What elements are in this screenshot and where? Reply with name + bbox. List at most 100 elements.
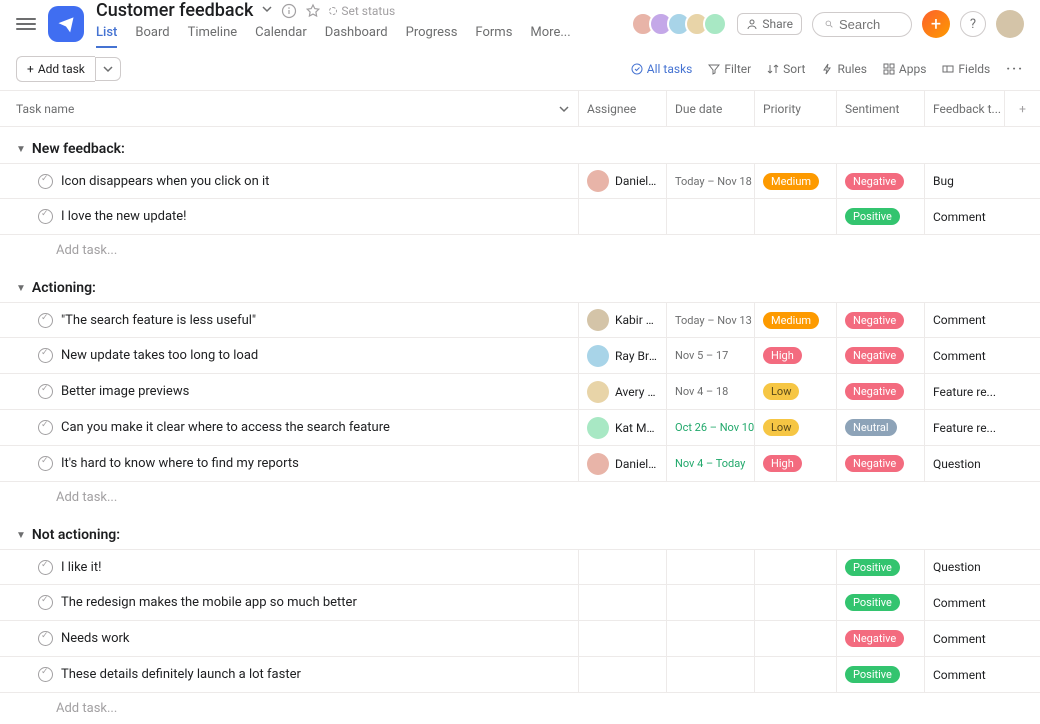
add-task-inline[interactable]: Add task... [0, 235, 1040, 266]
info-icon[interactable] [281, 3, 297, 19]
section-header[interactable]: ▼Actioning: [0, 266, 1040, 302]
cell-sentiment[interactable]: Negative [836, 446, 924, 481]
cell-priority[interactable] [754, 585, 836, 620]
tab-calendar[interactable]: Calendar [255, 25, 307, 48]
cell-due-date[interactable]: Today – Nov 18 [666, 164, 754, 198]
cell-feedback-type[interactable]: Question [924, 446, 1004, 481]
task-main[interactable]: The redesign makes the mobile app so muc… [0, 595, 578, 610]
caret-down-icon[interactable]: ▼ [16, 283, 26, 294]
add-task-inline[interactable]: Add task... [0, 693, 1040, 724]
cell-due-date[interactable] [666, 657, 754, 692]
cell-assignee[interactable] [578, 199, 666, 234]
complete-checkbox[interactable] [38, 595, 53, 610]
complete-checkbox[interactable] [38, 560, 53, 575]
tab-forms[interactable]: Forms [475, 25, 512, 48]
task-row[interactable]: New update takes too long to loadRay Bro… [0, 338, 1040, 374]
cell-assignee[interactable]: Daniela Var... [578, 446, 666, 481]
star-icon[interactable] [305, 3, 321, 19]
cell-feedback-type[interactable]: Comment [924, 338, 1004, 373]
section-header[interactable]: ▼Not actioning: [0, 513, 1040, 549]
cell-assignee[interactable]: Avery Lomax [578, 374, 666, 409]
cell-priority[interactable] [754, 550, 836, 584]
cell-due-date[interactable] [666, 621, 754, 656]
search-box[interactable] [812, 12, 912, 37]
task-row[interactable]: Better image previewsAvery LomaxNov 4 – … [0, 374, 1040, 410]
task-main[interactable]: It's hard to know where to find my repor… [0, 456, 578, 471]
complete-checkbox[interactable] [38, 348, 53, 363]
add-task-inline[interactable]: Add task... [0, 482, 1040, 513]
task-row[interactable]: The redesign makes the mobile app so muc… [0, 585, 1040, 621]
set-status-button[interactable]: Set status [329, 4, 395, 18]
task-row[interactable]: I love the new update!PositiveComment [0, 199, 1040, 235]
cell-assignee[interactable] [578, 621, 666, 656]
project-title[interactable]: Customer feedback [96, 0, 253, 21]
caret-down-icon[interactable]: ▼ [16, 530, 26, 541]
cell-assignee[interactable] [578, 550, 666, 584]
tab-list[interactable]: List [96, 25, 117, 48]
complete-checkbox[interactable] [38, 384, 53, 399]
complete-checkbox[interactable] [38, 456, 53, 471]
help-button[interactable]: ? [960, 11, 986, 37]
cell-due-date[interactable]: Today – Nov 13 [666, 303, 754, 337]
cell-sentiment[interactable]: Negative [836, 303, 924, 337]
complete-checkbox[interactable] [38, 313, 53, 328]
more-options-button[interactable]: ··· [1006, 62, 1024, 77]
cell-due-date[interactable] [666, 199, 754, 234]
add-column-button[interactable]: + [1004, 91, 1040, 126]
cell-sentiment[interactable]: Negative [836, 621, 924, 656]
col-header-type[interactable]: Feedback t... [924, 91, 1004, 126]
cell-assignee[interactable]: Daniela Var... [578, 164, 666, 198]
complete-checkbox[interactable] [38, 420, 53, 435]
task-main[interactable]: Better image previews [0, 384, 578, 399]
task-main[interactable]: New update takes too long to load [0, 348, 578, 363]
cell-due-date[interactable]: Nov 5 – 17 [666, 338, 754, 373]
cell-sentiment[interactable]: Positive [836, 657, 924, 692]
user-avatar[interactable] [996, 10, 1024, 38]
filter-button[interactable]: Filter [708, 62, 751, 76]
task-row[interactable]: Can you make it clear where to access th… [0, 410, 1040, 446]
cell-sentiment[interactable]: Negative [836, 338, 924, 373]
col-header-priority[interactable]: Priority [754, 91, 836, 126]
cell-due-date[interactable] [666, 550, 754, 584]
cell-feedback-type[interactable]: Question [924, 550, 1004, 584]
cell-assignee[interactable]: Ray Brooks [578, 338, 666, 373]
global-add-button[interactable]: + [922, 10, 950, 38]
add-task-dropdown[interactable] [95, 57, 121, 81]
add-task-button[interactable]: + Add task [16, 56, 95, 82]
cell-sentiment[interactable]: Positive [836, 550, 924, 584]
task-main[interactable]: "The search feature is less useful" [0, 313, 578, 328]
complete-checkbox[interactable] [38, 209, 53, 224]
col-header-due[interactable]: Due date [666, 91, 754, 126]
title-dropdown-icon[interactable] [261, 3, 273, 19]
tab-timeline[interactable]: Timeline [188, 25, 238, 48]
tab-progress[interactable]: Progress [406, 25, 458, 48]
cell-priority[interactable]: Low [754, 410, 836, 445]
cell-feedback-type[interactable]: Comment [924, 303, 1004, 337]
cell-assignee[interactable]: Kat Mooney [578, 410, 666, 445]
tab-more[interactable]: More... [530, 25, 570, 48]
task-row[interactable]: It's hard to know where to find my repor… [0, 446, 1040, 482]
task-main[interactable]: Needs work [0, 631, 578, 646]
apps-button[interactable]: Apps [883, 62, 927, 76]
cell-priority[interactable]: High [754, 338, 836, 373]
cell-priority[interactable] [754, 621, 836, 656]
cell-sentiment[interactable]: Positive [836, 199, 924, 234]
task-row[interactable]: "The search feature is less useful"Kabir… [0, 302, 1040, 338]
rules-button[interactable]: Rules [821, 62, 866, 76]
col-header-assignee[interactable]: Assignee [578, 91, 666, 126]
cell-due-date[interactable]: Oct 26 – Nov 10 [666, 410, 754, 445]
fields-button[interactable]: Fields [942, 62, 990, 76]
cell-sentiment[interactable]: Negative [836, 374, 924, 409]
search-input[interactable] [839, 17, 899, 32]
cell-sentiment[interactable]: Positive [836, 585, 924, 620]
cell-priority[interactable] [754, 199, 836, 234]
cell-due-date[interactable]: Nov 4 – 18 [666, 374, 754, 409]
cell-feedback-type[interactable]: Bug [924, 164, 1004, 198]
complete-checkbox[interactable] [38, 667, 53, 682]
chevron-down-icon[interactable] [558, 103, 570, 115]
section-header[interactable]: ▼New feedback: [0, 127, 1040, 163]
cell-sentiment[interactable]: Neutral [836, 410, 924, 445]
cell-due-date[interactable]: Nov 4 – Today [666, 446, 754, 481]
cell-priority[interactable]: Medium [754, 164, 836, 198]
cell-sentiment[interactable]: Negative [836, 164, 924, 198]
